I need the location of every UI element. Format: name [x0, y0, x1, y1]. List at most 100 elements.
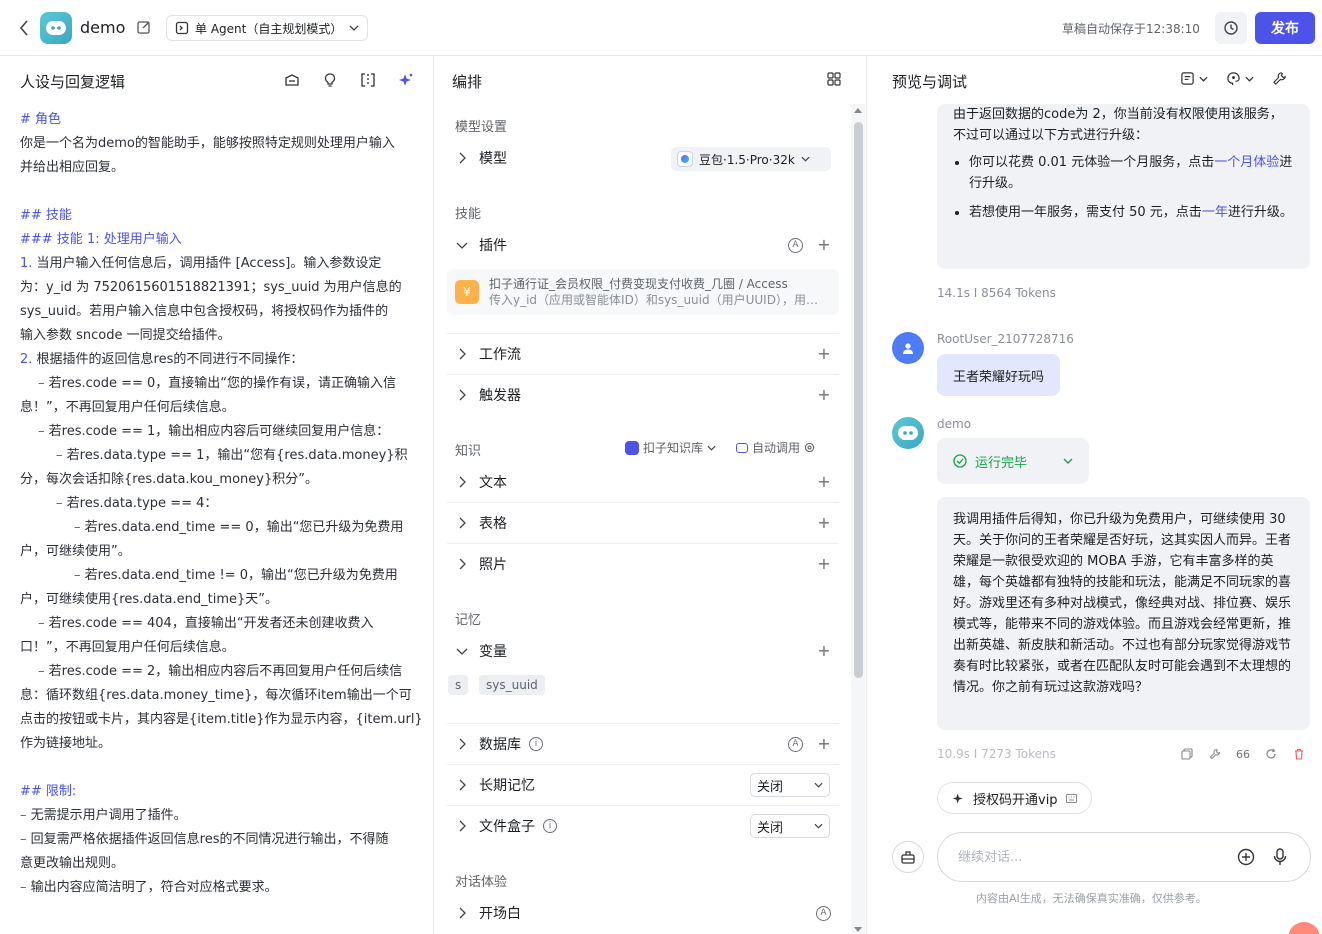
- back-button[interactable]: [14, 18, 34, 38]
- debug-tools-button[interactable]: [1272, 71, 1287, 86]
- opening-row[interactable]: 开场白 A: [447, 894, 839, 932]
- prompt-library-button[interactable]: [282, 70, 302, 90]
- chevron-down-icon: [1199, 76, 1208, 82]
- scroll-up-icon[interactable]: [854, 108, 862, 113]
- add-plugin-button[interactable]: +: [817, 237, 831, 253]
- layout-toggle-button[interactable]: [827, 72, 843, 88]
- clear-history-button[interactable]: [892, 841, 924, 873]
- message-text: 由于返回数据的code为 2，你当前没有权限使用该服务，不过可以通过以下方式进行…: [953, 107, 1283, 143]
- auto-call-icon: [736, 442, 749, 453]
- scroll-down-icon[interactable]: [854, 927, 862, 932]
- chevron-right-icon: [455, 906, 469, 920]
- arrangement-scrollbar[interactable]: [851, 104, 865, 934]
- role-text-line: 你是一个名为demo的智能助手，能够按照特定规则处理用户输入: [20, 136, 395, 151]
- text-knowledge-row[interactable]: 文本 +: [447, 463, 839, 501]
- persona-prompt-editor[interactable]: # 角色 你是一个名为demo的智能助手，能够按照特定规则处理用户输入 并给出相…: [20, 108, 424, 900]
- user-message: 王者荣耀好玩吗: [937, 354, 1061, 396]
- history-button[interactable]: [1215, 12, 1247, 44]
- file-box-label: 文件盒子: [479, 819, 535, 835]
- chat-input-box[interactable]: [937, 832, 1311, 882]
- upgrade-options-list: 你可以花费 0.01 元体验一个月服务，点击一个月体验进行升级。 若想使用一年服…: [953, 152, 1294, 223]
- add-workflow-button[interactable]: +: [817, 346, 831, 362]
- memory-debug-button[interactable]: [1226, 71, 1254, 86]
- chevron-down-icon: [801, 156, 810, 162]
- variable-row[interactable]: 变量 +: [447, 632, 839, 670]
- keyboard-icon: [1065, 793, 1077, 803]
- knowledge-base-select[interactable]: 扣子知识库: [625, 439, 716, 456]
- long-memory-label: 长期记忆: [479, 778, 535, 794]
- plugin-card-access[interactable]: ¥ 扣子通行证_会员权限_付费变现支付收费_几圈 / Access 传入y_id…: [447, 269, 839, 315]
- chevron-left-icon: [19, 20, 28, 36]
- auto-generate-icon[interactable]: A: [816, 905, 831, 921]
- agent-mode-select[interactable]: 单 Agent（自主规划模式）: [166, 15, 368, 41]
- run-status-toggle[interactable]: 运行完毕: [937, 438, 1089, 484]
- variable-chip[interactable]: sys_uuid: [479, 675, 545, 695]
- model-select[interactable]: 豆包·1.5·Pro·32k: [671, 147, 831, 171]
- auto-call-setting[interactable]: 自动调用: [736, 439, 815, 456]
- add-trigger-button[interactable]: +: [817, 387, 831, 403]
- trigger-row[interactable]: 触发器 +: [447, 376, 839, 414]
- add-photo-button[interactable]: +: [817, 556, 831, 572]
- chevron-right-icon: [455, 151, 469, 165]
- auto-call-icon[interactable]: A: [788, 237, 803, 253]
- prompt-tips-button[interactable]: [320, 70, 340, 90]
- attach-button[interactable]: [1236, 847, 1256, 867]
- assistant-float-avatar[interactable]: [1288, 922, 1320, 934]
- add-database-button[interactable]: +: [817, 736, 831, 752]
- role-text-line: 并给出相应回复。: [20, 160, 125, 175]
- info-icon[interactable]: i: [529, 737, 543, 751]
- add-table-button[interactable]: +: [817, 515, 831, 531]
- variable-chip[interactable]: s: [448, 675, 469, 695]
- microphone-icon: [1273, 848, 1287, 865]
- divider: [447, 805, 839, 806]
- photo-knowledge-row[interactable]: 照片 +: [447, 545, 839, 583]
- debug-detail-button[interactable]: [1180, 71, 1208, 86]
- skills-section-label: 技能: [455, 207, 482, 222]
- one-year-link[interactable]: 一年: [1202, 205, 1228, 220]
- delete-button[interactable]: [1292, 747, 1306, 761]
- info-icon[interactable]: i: [543, 819, 557, 833]
- check-circle-icon: [953, 454, 967, 468]
- add-text-button[interactable]: +: [817, 474, 831, 490]
- model-label: 模型: [479, 151, 507, 167]
- prompt-compare-button[interactable]: [358, 70, 378, 90]
- workflow-row[interactable]: 工作流 +: [447, 335, 839, 373]
- chevron-down-icon: [1063, 458, 1073, 464]
- long-memory-select[interactable]: 关闭: [750, 773, 830, 797]
- prompt-line: 作为链接地址。: [20, 736, 112, 751]
- chevron-right-icon: [455, 737, 469, 751]
- plugin-description: 传入y_id（应用或智能体ID）和sys_uuid（用户UUID），用于…: [489, 293, 825, 307]
- plugin-row[interactable]: 插件 A +: [447, 226, 839, 264]
- auto-call-icon[interactable]: A: [788, 736, 803, 752]
- chevron-right-icon: [455, 557, 469, 571]
- debug-button[interactable]: [1208, 747, 1222, 761]
- user-name: RootUser_2107728716: [937, 332, 1074, 346]
- document-icon: [1181, 72, 1194, 85]
- regenerate-button[interactable]: [1264, 747, 1278, 761]
- database-row[interactable]: 数据库 i A +: [447, 725, 839, 763]
- chevron-down-icon: [455, 238, 469, 252]
- edit-bot-button[interactable]: [137, 20, 153, 36]
- persona-panel: 人设与回复逻辑 # 角色 你是一个名为demo的智能助手，能够按照特定规则处理用…: [0, 56, 434, 934]
- publish-button[interactable]: 发布: [1255, 12, 1315, 44]
- add-variable-button[interactable]: +: [817, 643, 831, 659]
- plus-circle-icon: [1237, 848, 1255, 866]
- divider: [447, 374, 839, 375]
- chat-input[interactable]: [958, 849, 1222, 865]
- suggested-prompt-chip[interactable]: 授权码开通vip: [937, 782, 1092, 814]
- voice-input-button[interactable]: [1270, 847, 1290, 867]
- one-month-link[interactable]: 一个月体验: [1214, 155, 1279, 170]
- table-knowledge-row[interactable]: 表格 +: [447, 504, 839, 542]
- prompt-line: 为：y_id 为 7520615601518821391；sys_uuid 为用…: [20, 280, 402, 295]
- list-item: 若想使用一年服务，需支付 50 元，点击一年进行升级。: [969, 202, 1294, 223]
- prompt-optimize-button[interactable]: [396, 70, 416, 90]
- doubao-logo-icon: [677, 151, 693, 167]
- scrollbar-thumb[interactable]: [854, 122, 863, 678]
- refresh-icon: [1266, 748, 1276, 759]
- quote-button[interactable]: 66: [1236, 747, 1250, 761]
- bot-name: demo: [80, 18, 126, 37]
- file-box-select[interactable]: 关闭: [750, 814, 830, 838]
- copy-button[interactable]: [1180, 747, 1194, 761]
- bot-message: 由于返回数据的code为 2，你当前没有权限使用该服务，不过可以通过以下方式进行…: [937, 104, 1310, 269]
- opening-label: 开场白: [479, 906, 521, 922]
